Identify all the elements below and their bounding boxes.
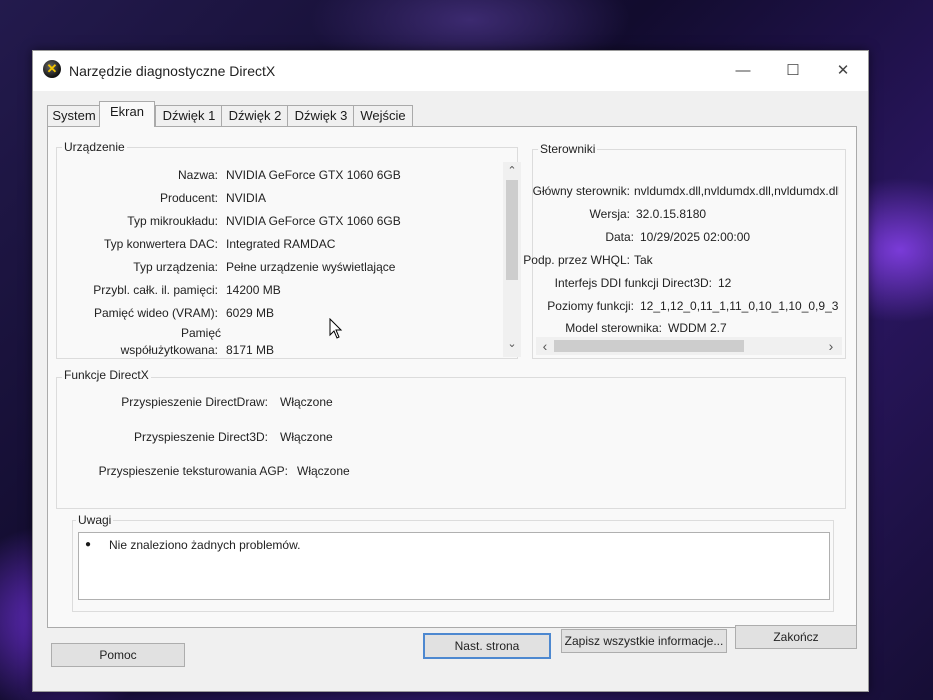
tab-ekran[interactable]: Ekran xyxy=(99,101,155,127)
device-type-value: Pełne urządzenie wyświetlające xyxy=(226,260,396,274)
scroll-left-arrow-icon[interactable]: ‹ xyxy=(538,338,552,354)
display-tab-panel: Urządzenie Nazwa: NVIDIA GeForce GTX 106… xyxy=(47,126,857,628)
total-memory-label: Przybl. całk. il. pamięci: xyxy=(93,283,218,297)
agp-texture-value: Włączone xyxy=(297,464,350,478)
maximize-button[interactable]: ☐ xyxy=(773,59,813,83)
drivers-hscrollbar[interactable]: ‹ › xyxy=(536,337,842,355)
manufacturer-label: Producent: xyxy=(159,191,218,205)
scroll-down-arrow-icon[interactable]: ⌄ xyxy=(505,337,519,350)
shared-memory-label-line1: Pamięć xyxy=(180,326,221,340)
directdraw-label: Przyspieszenie DirectDraw: xyxy=(121,395,268,409)
agp-texture-label: Przyspieszenie teksturowania AGP: xyxy=(98,464,288,478)
dac-type-label: Typ konwertera DAC: xyxy=(103,237,218,251)
vram-label: Pamięć wideo (VRAM): xyxy=(93,306,218,320)
vram-value: 6029 MB xyxy=(226,306,275,320)
device-type-label: Typ urządzenia: xyxy=(133,260,218,274)
chip-type-label: Typ mikroukładu: xyxy=(127,214,218,228)
main-driver-value: nvldumdx.dll,nvldumdx.dll,nvldumdx.dll xyxy=(634,184,839,198)
tab-dzwiek-1[interactable]: Dźwięk 1 xyxy=(155,105,223,126)
minimize-button[interactable]: — xyxy=(723,59,763,83)
whql-label: Podp. przez WHQL: xyxy=(523,253,630,267)
driver-date-label: Data: xyxy=(605,230,634,244)
notes-item: Nie znaleziono żadnych problemów. xyxy=(109,538,301,552)
save-all-info-button[interactable]: Zapisz wszystkie informacje... xyxy=(561,629,727,653)
close-button[interactable]: ✕ xyxy=(823,59,863,83)
notes-box[interactable]: ● Nie znaleziono żadnych problemów. xyxy=(78,532,830,600)
drivers-group-title: Sterowniki xyxy=(538,142,598,156)
tab-wejscie[interactable]: Wejście xyxy=(353,105,413,126)
driver-model-label: Model sterownika: xyxy=(565,321,662,335)
driver-version-value: 32.0.15.8180 xyxy=(636,207,707,221)
direct3d-label: Przyspieszenie Direct3D: xyxy=(133,430,268,444)
manufacturer-value: NVIDIA xyxy=(226,191,267,205)
scroll-up-arrow-icon[interactable]: ⌃ xyxy=(505,164,519,177)
next-page-button[interactable]: Nast. strona xyxy=(423,633,551,659)
directx-features-title: Funkcje DirectX xyxy=(62,368,151,382)
total-memory-value: 14200 MB xyxy=(226,283,281,297)
main-driver-label: Główny sterownik: xyxy=(532,184,630,198)
whql-value: Tak xyxy=(634,253,653,267)
directdraw-value: Włączone xyxy=(280,395,333,409)
tab-dzwiek-3[interactable]: Dźwięk 3 xyxy=(287,105,355,126)
direct3d-value: Włączone xyxy=(280,430,333,444)
device-name-value: NVIDIA GeForce GTX 1060 6GB xyxy=(226,168,401,182)
directx-icon: ✕ xyxy=(43,60,61,78)
exit-button[interactable]: Zakończ xyxy=(735,625,857,649)
shared-memory-value: 8171 MB xyxy=(226,343,275,357)
tab-dzwiek-2[interactable]: Dźwięk 2 xyxy=(221,105,289,126)
driver-model-value: WDDM 2.7 xyxy=(668,321,727,335)
scroll-right-arrow-icon[interactable]: › xyxy=(824,338,838,354)
title-bar[interactable]: ✕ Narzędzie diagnostyczne DirectX — ☐ ✕ xyxy=(33,51,868,91)
window-title: Narzędzie diagnostyczne DirectX xyxy=(69,63,276,79)
bullet-icon: ● xyxy=(85,539,92,550)
feature-levels-value: 12_1,12_0,11_1,11_0,10_1,10_0,9_3 xyxy=(640,299,839,313)
drivers-hscroll-thumb[interactable] xyxy=(554,340,744,352)
notes-title: Uwagi xyxy=(76,513,114,527)
driver-date-value: 10/29/2025 02:00:00 xyxy=(640,230,751,244)
chip-type-value: NVIDIA GeForce GTX 1060 6GB xyxy=(226,214,401,228)
device-scroll-thumb[interactable] xyxy=(506,180,518,280)
ddi-label: Interfejs DDI funkcji Direct3D: xyxy=(554,276,712,290)
feature-levels-label: Poziomy funkcji: xyxy=(547,299,634,313)
shared-memory-label-line2: współużytkowana: xyxy=(120,343,218,357)
device-group-title: Urządzenie xyxy=(62,140,127,154)
help-button[interactable]: Pomoc xyxy=(51,643,185,667)
mouse-pointer-icon xyxy=(329,318,343,339)
dac-type-value: Integrated RAMDAC xyxy=(226,237,336,251)
ddi-value: 12 xyxy=(718,276,732,290)
tab-system[interactable]: System xyxy=(47,105,101,126)
driver-version-label: Wersja: xyxy=(589,207,630,221)
dxdiag-window: ✕ Narzędzie diagnostyczne DirectX — ☐ ✕ … xyxy=(32,50,869,692)
device-name-label: Nazwa: xyxy=(177,168,218,182)
